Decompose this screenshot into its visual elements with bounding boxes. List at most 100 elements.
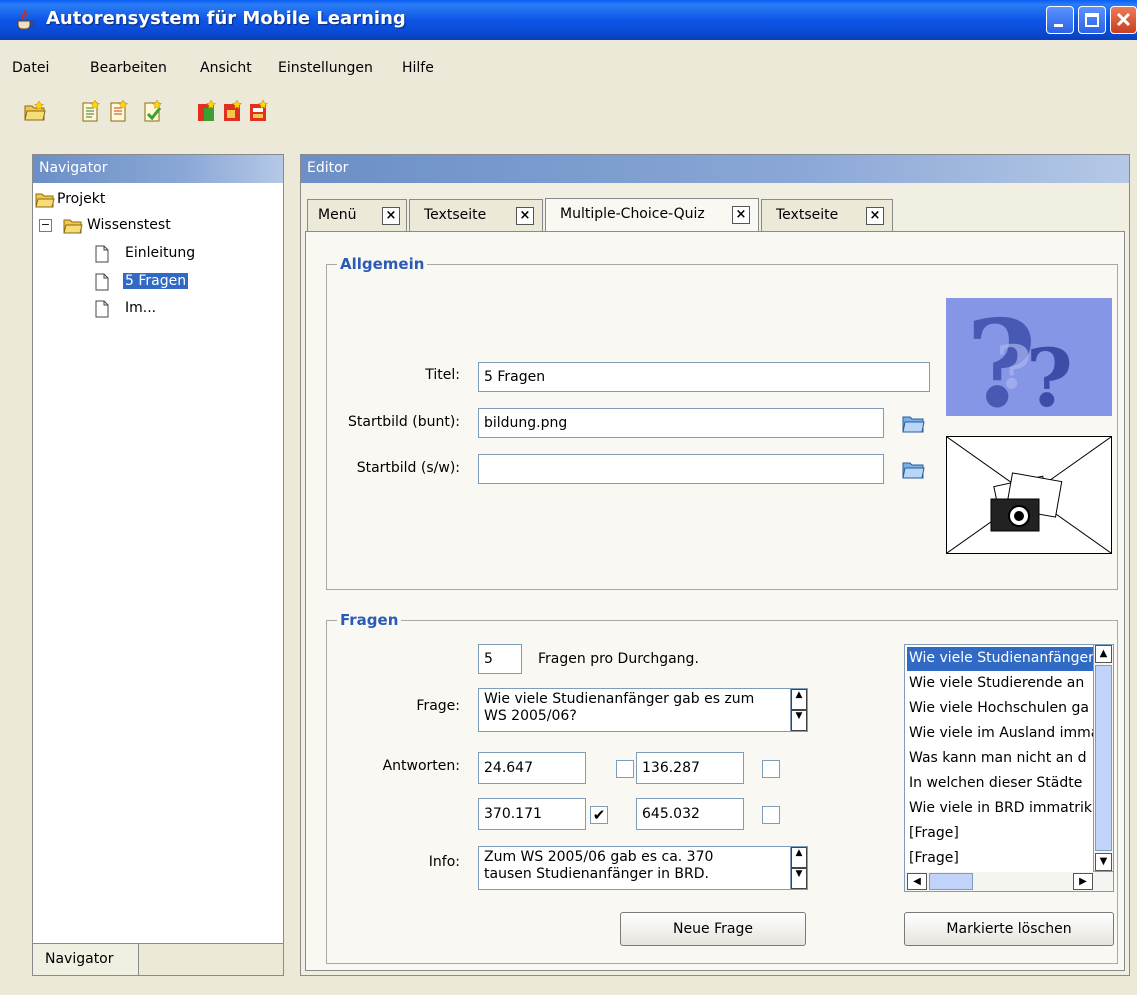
question-list-item[interactable]: Wie viele in BRD immatrik xyxy=(907,797,1093,821)
scroll-left-icon[interactable]: ◀ xyxy=(907,873,927,890)
navigator-header: Navigator xyxy=(33,155,283,183)
tab-label: Textseite xyxy=(776,207,839,223)
document-icon xyxy=(95,245,109,263)
question-list-item[interactable]: Wie viele Studierende an xyxy=(907,672,1093,696)
menu-datei[interactable]: Datei xyxy=(12,60,49,76)
close-icon[interactable]: × xyxy=(382,207,400,225)
scroll-down-icon[interactable]: ▼ xyxy=(791,710,807,731)
tree-folder-label: Wissenstest xyxy=(87,217,171,233)
question-list-item[interactable]: In welchen dieser Städte xyxy=(907,772,1093,796)
close-icon[interactable]: × xyxy=(516,207,534,225)
question-list-item[interactable]: Wie viele Hochschulen ga xyxy=(907,697,1093,721)
editor-header: Editor xyxy=(301,155,1129,183)
info-textarea[interactable]: Zum WS 2005/06 gab es ca. 370 tausen Stu… xyxy=(478,846,808,890)
answer-1-correct-checkbox[interactable] xyxy=(616,760,634,778)
camera-photo-image xyxy=(946,436,1112,554)
new-page-icon[interactable] xyxy=(80,99,101,122)
questions-per-round-input[interactable] xyxy=(478,644,522,674)
collapse-toggle-icon[interactable]: − xyxy=(39,219,52,232)
new-media-icon[interactable] xyxy=(248,99,269,122)
open-folder-icon xyxy=(63,219,83,234)
tree-item-label-selected: 5 Fragen xyxy=(121,272,190,290)
tab-textseite-2[interactable]: Textseite × xyxy=(761,199,893,231)
svg-text:?: ? xyxy=(1026,331,1073,416)
answer-1-input[interactable] xyxy=(478,752,586,784)
delete-marked-button[interactable]: Markierte löschen xyxy=(904,912,1114,946)
tab-multiple-choice-quiz[interactable]: Multiple-Choice-Quiz × xyxy=(545,198,759,232)
new-menu-icon[interactable] xyxy=(142,99,163,122)
menu-bar: Datei Bearbeiten Ansicht Einstellungen H… xyxy=(0,60,1137,82)
open-folder-icon[interactable] xyxy=(24,100,46,122)
browse-folder-icon[interactable] xyxy=(902,412,926,434)
tree-item-label: Im... xyxy=(125,300,157,316)
question-list-hscrollbar[interactable]: ◀ ▶ xyxy=(904,872,1114,892)
scroll-up-icon[interactable]: ▲ xyxy=(791,689,807,710)
scroll-down-icon[interactable]: ▼ xyxy=(791,868,807,889)
answer-2-correct-checkbox[interactable] xyxy=(762,760,780,778)
menu-ansicht[interactable]: Ansicht xyxy=(200,60,252,76)
menu-hilfe[interactable]: Hilfe xyxy=(402,60,434,76)
question-list[interactable]: Wie viele Studienanfänger Wie viele Stud… xyxy=(904,644,1094,892)
frage-textarea[interactable]: Wie viele Studienanfänger gab es zum WS … xyxy=(478,688,808,732)
editor-panel: Editor Menü × Textseite × Multiple-Choic… xyxy=(300,154,1130,976)
frage-scrollbar[interactable]: ▲ ▼ xyxy=(790,689,807,731)
menu-bearbeiten[interactable]: Bearbeiten xyxy=(90,60,167,76)
startbild-bunt-input[interactable] xyxy=(478,408,884,438)
tree-item-label: Einleitung xyxy=(125,245,196,261)
startbild-sw-input[interactable] xyxy=(478,454,884,484)
question-list-item[interactable]: [Frage] xyxy=(907,822,1093,846)
titel-input[interactable] xyxy=(478,362,930,392)
answer-4-correct-checkbox[interactable] xyxy=(762,806,780,824)
new-quiz-icon[interactable] xyxy=(196,99,217,122)
scroll-thumb[interactable] xyxy=(1095,665,1112,851)
close-icon[interactable]: × xyxy=(866,207,884,225)
maximize-button[interactable] xyxy=(1078,6,1106,34)
svg-text:?: ? xyxy=(996,333,1031,403)
new-text-page-icon[interactable] xyxy=(108,99,129,122)
scroll-down-icon[interactable]: ▼ xyxy=(1095,853,1112,871)
antworten-label: Antworten: xyxy=(382,758,460,774)
questions-per-round-label: Fragen pro Durchgang. xyxy=(538,651,699,667)
startbild-color-preview: ? ? ? xyxy=(946,294,1112,435)
navigator-tab[interactable]: Navigator xyxy=(33,943,139,975)
info-scrollbar[interactable]: ▲ ▼ xyxy=(790,847,807,889)
new-question-button[interactable]: Neue Frage xyxy=(620,912,806,946)
tab-label: Textseite xyxy=(424,207,487,223)
answer-4-input[interactable] xyxy=(636,798,744,830)
frage-label: Frage: xyxy=(416,698,460,714)
answer-3-correct-checkbox[interactable]: ✔ xyxy=(590,806,608,824)
question-marks-image: ? ? ? xyxy=(946,294,1112,435)
tab-menue[interactable]: Menü × xyxy=(307,199,407,231)
group-title-fragen: Fragen xyxy=(337,611,402,629)
browse-folder-icon[interactable] xyxy=(902,458,926,480)
scroll-up-icon[interactable]: ▲ xyxy=(791,847,807,868)
info-label: Info: xyxy=(428,854,460,870)
question-list-item[interactable]: Wie viele Studienanfänger xyxy=(907,647,1093,671)
frage-field: Wie viele Studienanfänger gab es zum WS … xyxy=(478,688,808,732)
scroll-right-icon[interactable]: ▶ xyxy=(1073,873,1093,890)
java-cup-icon xyxy=(14,9,36,31)
tab-textseite-1[interactable]: Textseite × xyxy=(409,199,543,231)
answer-3-input[interactable] xyxy=(478,798,586,830)
new-image-icon[interactable] xyxy=(222,99,243,122)
question-list-vscrollbar[interactable]: ▲ ▼ xyxy=(1094,644,1114,872)
question-list-item[interactable]: Wie viele im Ausland imma xyxy=(907,722,1093,746)
scroll-up-icon[interactable]: ▲ xyxy=(1095,645,1112,663)
startbild-bunt-label: Startbild (bunt): xyxy=(348,414,460,430)
question-list-item[interactable]: [Frage] xyxy=(907,847,1093,871)
window-title: Autorensystem für Mobile Learning xyxy=(46,8,406,29)
menu-einstellungen[interactable]: Einstellungen xyxy=(278,60,373,76)
close-icon[interactable]: × xyxy=(732,206,750,224)
editor-content: Allgemein Titel: Startbild (bunt): Start… xyxy=(305,231,1125,971)
document-icon xyxy=(95,273,109,291)
tab-label: Multiple-Choice-Quiz xyxy=(560,206,705,222)
question-list-item[interactable]: Was kann man nicht an d xyxy=(907,747,1093,771)
group-title-allgemein: Allgemein xyxy=(337,255,428,273)
open-folder-icon xyxy=(35,193,55,208)
minimize-button[interactable] xyxy=(1046,6,1074,34)
title-bar[interactable]: Autorensystem für Mobile Learning xyxy=(0,0,1137,40)
scroll-thumb[interactable] xyxy=(929,873,973,890)
tree-root-label: Projekt xyxy=(57,191,106,207)
answer-2-input[interactable] xyxy=(636,752,744,784)
close-window-button[interactable] xyxy=(1110,6,1137,34)
